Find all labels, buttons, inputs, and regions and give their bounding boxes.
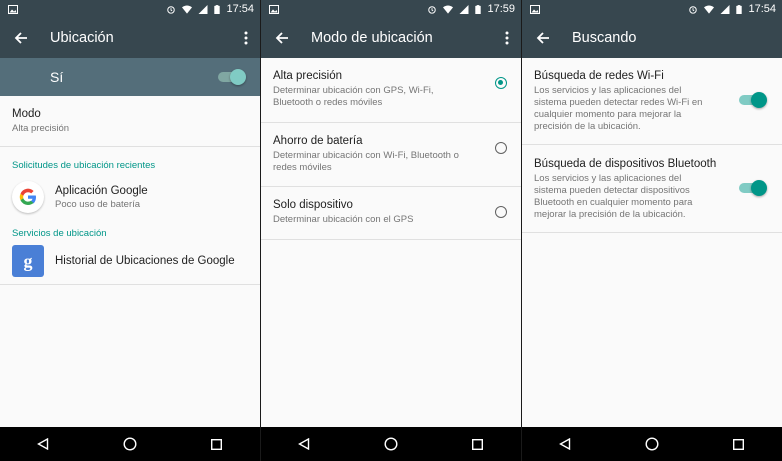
- alarm-icon: [428, 5, 437, 14]
- radio-button[interactable]: [495, 206, 507, 218]
- option-title: Solo dispositivo: [273, 199, 353, 211]
- radio-button-selected[interactable]: [495, 77, 507, 89]
- wifi-icon: [704, 5, 715, 14]
- app-usage: Poco uso de batería: [55, 198, 141, 210]
- mode-option-battery-saving[interactable]: Ahorro de batería Determinar ubicación c…: [261, 123, 521, 186]
- master-switch-label: Sí: [50, 69, 64, 85]
- image-notification-icon: [8, 4, 18, 14]
- setting-title: Búsqueda de dispositivos Bluetooth: [534, 158, 717, 170]
- mode-label: Modo: [12, 108, 41, 120]
- setting-description: Los servicios y las aplicaciones del sis…: [534, 173, 693, 220]
- recents-nav-icon[interactable]: [468, 434, 488, 454]
- location-history-label: Historial de Ubicaciones de Google: [55, 255, 235, 267]
- screen-location-mode: 17:59 Modo de ubicación Alta precisión D…: [261, 0, 521, 461]
- status-time: 17:59: [487, 3, 515, 15]
- alarm-icon: [167, 5, 176, 14]
- status-time: 17:54: [748, 3, 776, 15]
- location-services-header: Servicios de ubicación: [12, 228, 107, 239]
- back-nav-icon[interactable]: [294, 434, 314, 454]
- page-title: Ubicación: [50, 30, 114, 46]
- recent-app-item[interactable]: Aplicación Google Poco uso de batería: [0, 175, 260, 215]
- setting-title: Búsqueda de redes Wi-Fi: [534, 70, 664, 82]
- radio-button[interactable]: [495, 142, 507, 154]
- signal-icon: [720, 4, 730, 14]
- app-bar: Ubicación: [0, 18, 260, 58]
- overflow-menu-icon[interactable]: [240, 29, 252, 47]
- page-title: Buscando: [572, 30, 637, 46]
- navigation-bar: [261, 427, 521, 461]
- signal-icon: [459, 4, 469, 14]
- option-description: Determinar ubicación con Wi-Fi, Bluetoot…: [273, 150, 459, 173]
- master-switch-bar[interactable]: Sí: [0, 58, 260, 96]
- bluetooth-scanning-item[interactable]: Búsqueda de dispositivos Bluetooth Los s…: [522, 145, 782, 221]
- option-title: Ahorro de batería: [273, 135, 363, 147]
- navigation-bar: [522, 427, 782, 461]
- signal-icon: [198, 4, 208, 14]
- location-history-item[interactable]: g Historial de Ubicaciones de Google: [0, 242, 260, 278]
- battery-icon: [214, 4, 221, 14]
- wifi-icon: [443, 5, 454, 14]
- bluetooth-scanning-toggle[interactable]: [739, 179, 767, 196]
- home-nav-icon[interactable]: [120, 434, 140, 454]
- divider: [0, 284, 260, 285]
- status-time: 17:54: [226, 3, 254, 15]
- divider: [522, 232, 782, 233]
- recent-requests-header: Solicitudes de ubicación recientes: [12, 160, 156, 171]
- navigation-bar: [0, 427, 260, 461]
- recents-nav-icon[interactable]: [207, 434, 227, 454]
- battery-icon: [475, 4, 482, 14]
- app-bar: Buscando: [522, 18, 782, 58]
- recents-nav-icon[interactable]: [729, 434, 749, 454]
- overflow-menu-icon[interactable]: [501, 29, 513, 47]
- option-title: Alta precisión: [273, 70, 343, 82]
- divider: [261, 239, 521, 240]
- back-nav-icon[interactable]: [33, 434, 53, 454]
- status-bar: 17:54: [522, 0, 782, 18]
- mode-option-high-accuracy[interactable]: Alta precisión Determinar ubicación con …: [261, 58, 521, 122]
- app-bar: Modo de ubicación: [261, 18, 521, 58]
- image-notification-icon: [530, 4, 540, 14]
- back-arrow-icon[interactable]: [534, 29, 552, 47]
- back-nav-icon[interactable]: [555, 434, 575, 454]
- wifi-scanning-item[interactable]: Búsqueda de redes Wi-Fi Los servicios y …: [522, 58, 782, 133]
- google-app-icon: [12, 181, 44, 213]
- home-nav-icon[interactable]: [381, 434, 401, 454]
- status-bar: 17:54: [0, 0, 260, 18]
- image-notification-icon: [269, 4, 279, 14]
- screen-scanning: 17:54 Buscando Búsqueda de redes Wi-Fi L…: [522, 0, 782, 461]
- option-description: Determinar ubicación con el GPS: [273, 214, 414, 225]
- alarm-icon: [689, 5, 698, 14]
- home-nav-icon[interactable]: [642, 434, 662, 454]
- mode-option-device-only[interactable]: Solo dispositivo Determinar ubicación co…: [261, 187, 521, 239]
- page-title: Modo de ubicación: [311, 30, 433, 46]
- back-arrow-icon[interactable]: [273, 29, 291, 47]
- app-name: Aplicación Google: [55, 184, 148, 197]
- location-history-icon: g: [12, 245, 44, 277]
- wifi-scanning-toggle[interactable]: [739, 91, 767, 108]
- mode-row[interactable]: Modo Alta precisión: [0, 96, 260, 146]
- battery-icon: [736, 4, 743, 14]
- option-description: Determinar ubicación con GPS, Wi-Fi, Blu…: [273, 85, 434, 108]
- screen-location: 17:54 Ubicación Sí Modo Alta precisión S…: [0, 0, 260, 461]
- location-toggle[interactable]: [218, 69, 246, 85]
- wifi-icon: [182, 5, 193, 14]
- status-bar: 17:59: [261, 0, 521, 18]
- setting-description: Los servicios y las aplicaciones del sis…: [534, 85, 703, 132]
- back-arrow-icon[interactable]: [12, 29, 30, 47]
- mode-value: Alta precisión: [12, 123, 70, 134]
